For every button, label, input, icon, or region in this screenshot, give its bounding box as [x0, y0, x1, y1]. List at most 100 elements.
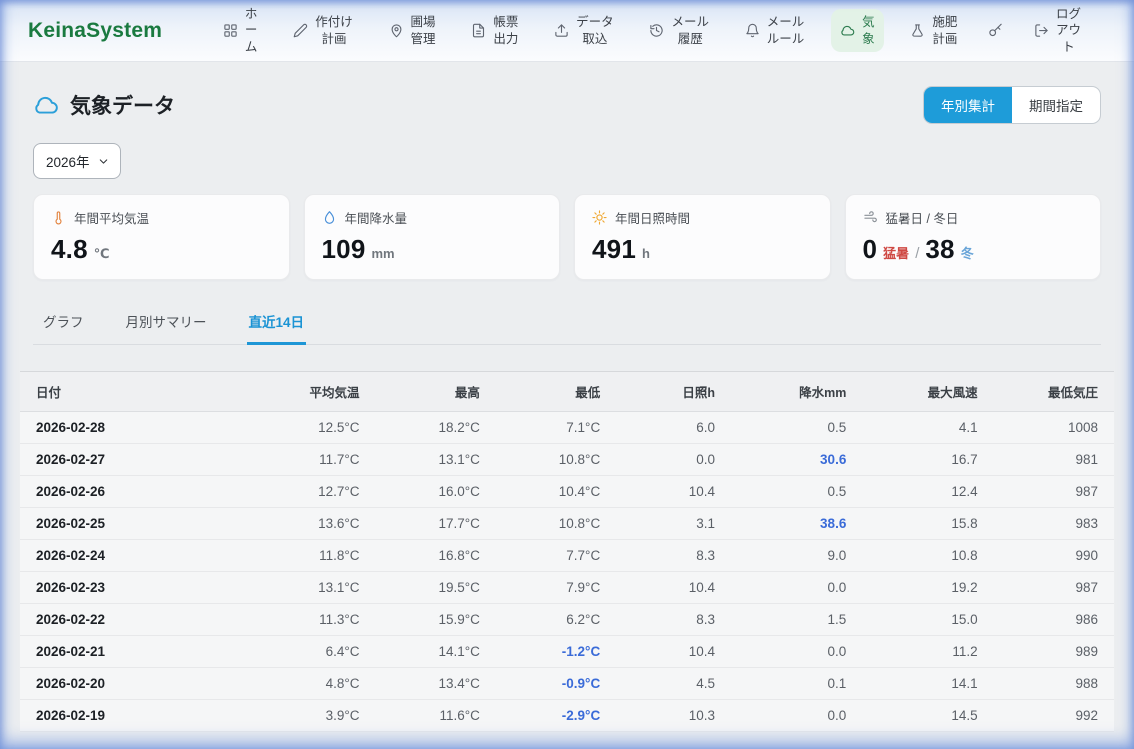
home-icon: [223, 23, 238, 38]
nav-weather[interactable]: 気 象: [831, 9, 884, 52]
history-icon: [649, 23, 664, 38]
app-logo[interactable]: KeinaSystem: [28, 19, 162, 43]
value-cell: 3.9°C: [250, 700, 376, 732]
navbar-item-label: ログ アウ ト: [1056, 6, 1081, 55]
nav-planting-plan[interactable]: 作付け 計画: [284, 9, 362, 52]
card-unit-2: 冬: [961, 243, 974, 262]
value-cell: 983: [994, 508, 1114, 540]
value-cell: 8.3: [616, 604, 731, 636]
card-separator: /: [915, 245, 919, 262]
period-select-button[interactable]: 期間指定: [1012, 87, 1100, 123]
value-cell: 3.1: [616, 508, 731, 540]
value-cell: 992: [994, 700, 1114, 732]
card-unit: h: [642, 246, 650, 261]
card-value-row: 491h: [592, 234, 813, 265]
value-cell: 16.0°C: [376, 476, 496, 508]
date-cell: 2026-02-28: [20, 412, 250, 444]
summary-cards: 年間平均気温4.8℃年間降水量109mm年間日照時間491h猛暑日 / 冬日0猛…: [33, 194, 1101, 280]
table-row: 2026-02-2513.6°C17.7°C10.8°C3.138.615.89…: [20, 508, 1114, 540]
table-row: 2026-02-216.4°C14.1°C-1.2°C10.40.011.298…: [20, 636, 1114, 668]
nav-fertilizer-plan[interactable]: 施肥 計画: [901, 9, 966, 52]
value-cell: 14.1: [862, 668, 993, 700]
value-cell: 0.0: [616, 444, 731, 476]
value-cell: 6.0: [616, 412, 731, 444]
tab-monthly-summary[interactable]: 月別サマリー: [124, 302, 209, 345]
page-header: 気象データ 年別集計 期間指定: [33, 86, 1101, 124]
nav-field-management[interactable]: 圃場 管理: [380, 9, 445, 52]
value-cell: 6.4°C: [250, 636, 376, 668]
nav-mail-history[interactable]: メール 履歴: [640, 9, 718, 52]
value-cell: 13.4°C: [376, 668, 496, 700]
cloud-icon: [840, 23, 855, 38]
table-row: 2026-02-2711.7°C13.1°C10.8°C0.030.616.79…: [20, 444, 1114, 476]
value-cell: 4.5: [616, 668, 731, 700]
value-cell: 10.3: [616, 700, 731, 732]
value-cell: 11.8°C: [250, 540, 376, 572]
view-mode-toggle: 年別集計 期間指定: [923, 86, 1101, 124]
value-cell: 989: [994, 636, 1114, 668]
value-cell: 10.8°C: [496, 508, 616, 540]
card-label: 年間降水量: [322, 208, 543, 227]
wind-icon: [863, 210, 878, 225]
navbar-item-label: 圃場 管理: [411, 14, 436, 47]
value-cell: 981: [994, 444, 1114, 476]
value-cell: 6.2°C: [496, 604, 616, 636]
card-sunshine: 年間日照時間491h: [574, 194, 831, 280]
nav-logout[interactable]: ログ アウ ト: [1025, 1, 1090, 60]
nav-home[interactable]: ホ ー ム: [214, 1, 267, 60]
navbar-item-label: 施肥 計画: [932, 14, 957, 47]
column-header: 最高: [376, 372, 496, 412]
nav-password[interactable]: [984, 18, 1007, 43]
date-cell: 2026-02-27: [20, 444, 250, 476]
date-cell: 2026-02-23: [20, 572, 250, 604]
thermometer-icon: [51, 210, 66, 225]
card-value-2: 38: [925, 234, 954, 265]
value-cell: 10.4: [616, 636, 731, 668]
card-label-text: 年間平均気温: [74, 208, 149, 227]
value-cell: 10.4°C: [496, 476, 616, 508]
page-title: 気象データ: [33, 90, 175, 120]
value-cell: 9.0: [731, 540, 862, 572]
table-row: 2026-02-2411.8°C16.8°C7.7°C8.39.010.8990: [20, 540, 1114, 572]
weather-table: 日付平均気温最高最低日照h降水mm最大風速最低気圧 2026-02-2812.5…: [20, 371, 1114, 732]
value-cell: 19.5°C: [376, 572, 496, 604]
year-select-value: 2026年: [46, 151, 90, 171]
column-header: 日付: [20, 372, 250, 412]
value-cell: 0.0: [731, 636, 862, 668]
card-value-row: 4.8℃: [51, 234, 272, 265]
card-label: 猛暑日 / 冬日: [863, 208, 1084, 227]
flask-icon: [910, 23, 925, 38]
column-header: 最低気圧: [994, 372, 1114, 412]
value-cell: 12.7°C: [250, 476, 376, 508]
card-label-text: 猛暑日 / 冬日: [886, 208, 959, 227]
year-select[interactable]: 2026年: [33, 143, 121, 179]
table-row: 2026-02-2612.7°C16.0°C10.4°C10.40.512.49…: [20, 476, 1114, 508]
value-cell: 987: [994, 572, 1114, 604]
tab-graph[interactable]: グラフ: [41, 302, 86, 345]
navbar-item-label: 作付け 計画: [315, 14, 353, 47]
value-cell: 30.6: [731, 444, 862, 476]
nav-mail-rules[interactable]: メール ルール: [736, 9, 814, 52]
value-cell: 15.0: [862, 604, 993, 636]
navbar-item-label: 気 象: [862, 14, 875, 47]
value-cell: 13.6°C: [250, 508, 376, 540]
value-cell: 13.1°C: [376, 444, 496, 476]
value-cell: -1.2°C: [496, 636, 616, 668]
value-cell: 15.8: [862, 508, 993, 540]
card-value: 0: [863, 234, 878, 265]
value-cell: -2.9°C: [496, 700, 616, 732]
value-cell: 0.5: [731, 412, 862, 444]
yearly-summary-button[interactable]: 年別集計: [924, 87, 1012, 123]
card-value-row: 0猛暑/38冬: [863, 234, 1084, 265]
tab-recent-14-days[interactable]: 直近14日: [247, 302, 307, 345]
value-cell: 38.6: [731, 508, 862, 540]
value-cell: 7.7°C: [496, 540, 616, 572]
card-value-row: 109mm: [322, 234, 543, 265]
bell-icon: [745, 23, 760, 38]
top-navbar: KeinaSystem ホ ー ム作付け 計画圃場 管理帳票 出力データ 取込メ…: [0, 0, 1134, 62]
navbar-item-label: データ 取込: [576, 14, 614, 47]
nav-data-import[interactable]: データ 取込: [545, 9, 623, 52]
column-header: 降水mm: [731, 372, 862, 412]
value-cell: 10.8°C: [496, 444, 616, 476]
nav-report-output[interactable]: 帳票 出力: [462, 9, 527, 52]
